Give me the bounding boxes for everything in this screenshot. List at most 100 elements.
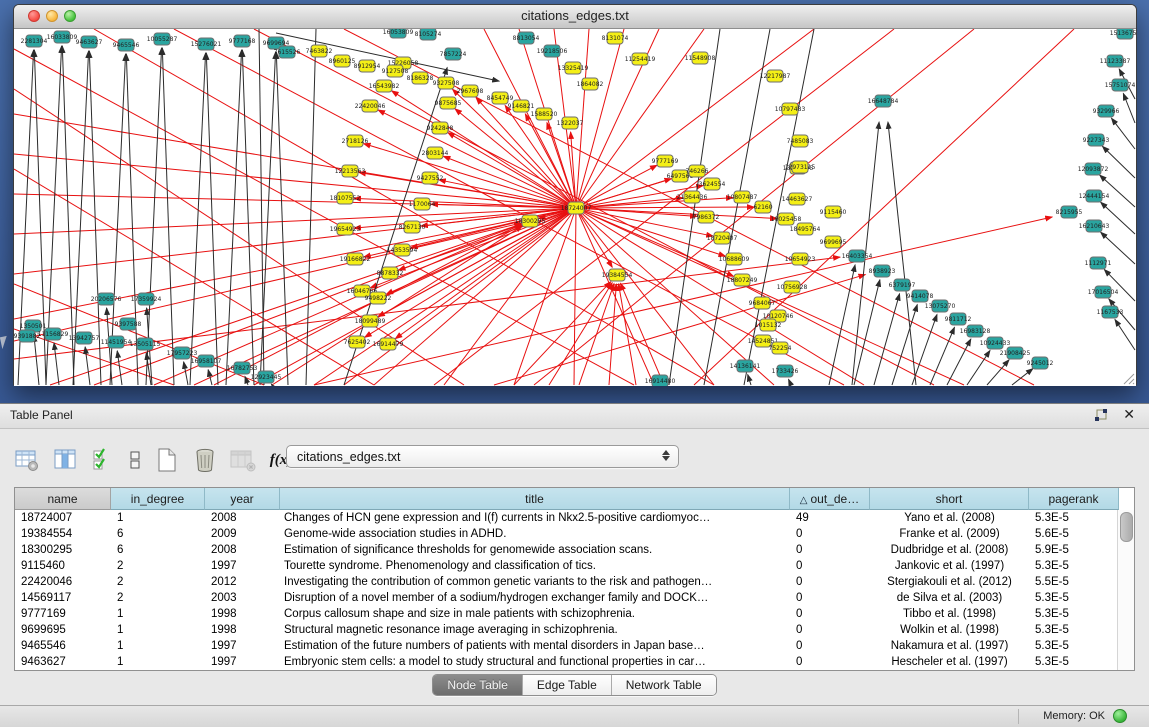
column-header-pagerank[interactable]: pagerank: [1029, 488, 1119, 510]
table-cell[interactable]: 0: [790, 542, 870, 558]
table-row[interactable]: 1872400712008Changes of HCN gene express…: [15, 510, 1134, 526]
window-titlebar[interactable]: citations_edges.txt: [14, 5, 1136, 29]
table-cell[interactable]: 5.3E-5: [1029, 558, 1119, 574]
graph-node[interactable]: 9227343: [1083, 134, 1110, 146]
graph-node[interactable]: 17016504: [1088, 286, 1119, 298]
table-cell[interactable]: de Silva et al. (2003): [870, 590, 1029, 606]
table-cell[interactable]: 2: [111, 574, 205, 590]
resize-grip[interactable]: [1121, 371, 1135, 385]
graph-node[interactable]: 13942757: [69, 332, 100, 344]
graph-node[interactable]: 10924433: [980, 337, 1011, 349]
table-cell[interactable]: 49: [790, 510, 870, 526]
table-cell[interactable]: 0: [790, 638, 870, 654]
table-cell[interactable]: 5.3E-5: [1029, 622, 1119, 638]
graph-node[interactable]: 11123387: [1100, 55, 1131, 67]
table-row[interactable]: 2242004622012Investigating the contribut…: [15, 574, 1134, 590]
table-cell[interactable]: Estimation of the future numbers of pati…: [280, 638, 790, 654]
table-cell[interactable]: 6: [111, 526, 205, 542]
network-canvas[interactable]: 1872400722420046271812612213563181075521…: [14, 29, 1136, 386]
import-table-disabled-icon[interactable]: [230, 447, 256, 473]
table-cell[interactable]: 2012: [205, 574, 280, 590]
graph-node[interactable]: 7463822: [306, 45, 333, 57]
table-cell[interactable]: Tourette syndrome. Phenomenology and cla…: [280, 558, 790, 574]
graph-node[interactable]: 12093872: [1078, 163, 1109, 175]
graph-node[interactable]: 752254: [769, 342, 792, 354]
table-cell[interactable]: Yano et al. (2008): [870, 510, 1029, 526]
table-cell[interactable]: 0: [790, 590, 870, 606]
graph-node[interactable]: 8131074: [602, 32, 629, 44]
new-document-icon[interactable]: [154, 447, 180, 473]
graph-node[interactable]: 1112971: [1085, 257, 1112, 269]
table-cell[interactable]: 9463627: [15, 654, 111, 670]
column-header-out_de[interactable]: △out_de…: [790, 488, 870, 510]
table-row[interactable]: 1938455462009Genome-wide association stu…: [15, 526, 1134, 542]
graph-node[interactable]: 9811712: [945, 313, 972, 325]
table-row[interactable]: 977716911998Corpus callosum shape and si…: [15, 606, 1134, 622]
column-header-year[interactable]: year: [205, 488, 280, 510]
graph-node[interactable]: 3624554: [699, 178, 726, 190]
graph-node[interactable]: 16914479: [373, 338, 404, 350]
table-cell[interactable]: 14569117: [15, 590, 111, 606]
table-cell[interactable]: Wolkin et al. (1998): [870, 622, 1029, 638]
table-cell[interactable]: Embryonic stem cells: a model to study s…: [280, 654, 790, 670]
table-cell[interactable]: Dudbridge et al. (2008): [870, 542, 1029, 558]
table-cell[interactable]: 2: [111, 590, 205, 606]
graph-node[interactable]: 9465546: [113, 39, 140, 51]
table-cell[interactable]: 5.3E-5: [1029, 606, 1119, 622]
table-cell[interactable]: 19384554: [15, 526, 111, 542]
graph-node[interactable]: 9329966: [1093, 105, 1120, 117]
table-cell[interactable]: 0: [790, 622, 870, 638]
table-row[interactable]: 946362711997Embryonic stem cells: a mode…: [15, 654, 1134, 670]
graph-node[interactable]: 7625402: [344, 336, 371, 348]
table-cell[interactable]: 5.3E-5: [1029, 510, 1119, 526]
table-cell[interactable]: Disruption of a novel member of a sodium…: [280, 590, 790, 606]
table-cell[interactable]: Corpus callosum shape and size in male p…: [280, 606, 790, 622]
graph-node[interactable]: 13325419: [558, 62, 589, 74]
graph-node[interactable]: 19166822: [340, 253, 371, 265]
table-cell[interactable]: 2008: [205, 542, 280, 558]
table-cell[interactable]: 9777169: [15, 606, 111, 622]
table-cell[interactable]: 5.9E-5: [1029, 542, 1119, 558]
table-cell[interactable]: 0: [790, 574, 870, 590]
graph-node[interactable]: 18495764: [790, 223, 821, 235]
table-cell[interactable]: 9699695: [15, 622, 111, 638]
graph-node[interactable]: 16648784: [868, 95, 899, 107]
graph-node[interactable]: 15751074: [1105, 79, 1136, 91]
close-panel-icon[interactable]: ✕: [1123, 406, 1135, 423]
graph-node[interactable]: 13505115: [130, 338, 161, 350]
graph-node[interactable]: 19384554: [602, 269, 633, 281]
graph-node[interactable]: 746266: [686, 165, 709, 177]
graph-node[interactable]: 1167533: [1097, 306, 1124, 318]
delete-icon[interactable]: [192, 447, 218, 473]
graph-node[interactable]: 16033809: [47, 31, 78, 43]
graph-node[interactable]: 13075270: [925, 300, 956, 312]
graph-node[interactable]: 16210643: [1079, 220, 1110, 232]
table-selector[interactable]: citations_edges.txt: [286, 445, 679, 468]
graph-node[interactable]: 2718126: [342, 135, 369, 147]
graph-node[interactable]: 8813054: [513, 32, 540, 44]
table-cell[interactable]: 2009: [205, 526, 280, 542]
graph-node[interactable]: 9242848: [427, 122, 454, 134]
table-cell[interactable]: 2: [111, 558, 205, 574]
table-cell[interactable]: Stergiakouli et al. (2012): [870, 574, 1029, 590]
graph-node[interactable]: 21908425: [1000, 347, 1031, 359]
graph-node[interactable]: 9463627: [76, 36, 103, 48]
table-cell[interactable]: 9465546: [15, 638, 111, 654]
table-cell[interactable]: Genome-wide association studies in ADHD.: [280, 526, 790, 542]
table-row[interactable]: 911546021997Tourette syndrome. Phenomeno…: [15, 558, 1134, 574]
table-row[interactable]: 1456911722003Disruption of a novel membe…: [15, 590, 1134, 606]
graph-node[interactable]: 8912954: [354, 60, 381, 72]
table-cell[interactable]: 2008: [205, 510, 280, 526]
select-columns-icon[interactable]: [90, 447, 116, 473]
table-cell[interactable]: 1997: [205, 654, 280, 670]
table-cell[interactable]: 1997: [205, 638, 280, 654]
graph-node[interactable]: 2967608: [457, 85, 484, 97]
table-cell[interactable]: 0: [790, 558, 870, 574]
graph-node[interactable]: 9327508: [433, 77, 460, 89]
column-header-in_degree[interactable]: in_degree: [111, 488, 205, 510]
table-cell[interactable]: 1: [111, 654, 205, 670]
table-cell[interactable]: 0: [790, 654, 870, 670]
graph-node[interactable]: 10055287: [147, 33, 178, 45]
table-cell[interactable]: Tibbo et al. (1998): [870, 606, 1029, 622]
graph-node[interactable]: 16914480: [645, 375, 676, 386]
